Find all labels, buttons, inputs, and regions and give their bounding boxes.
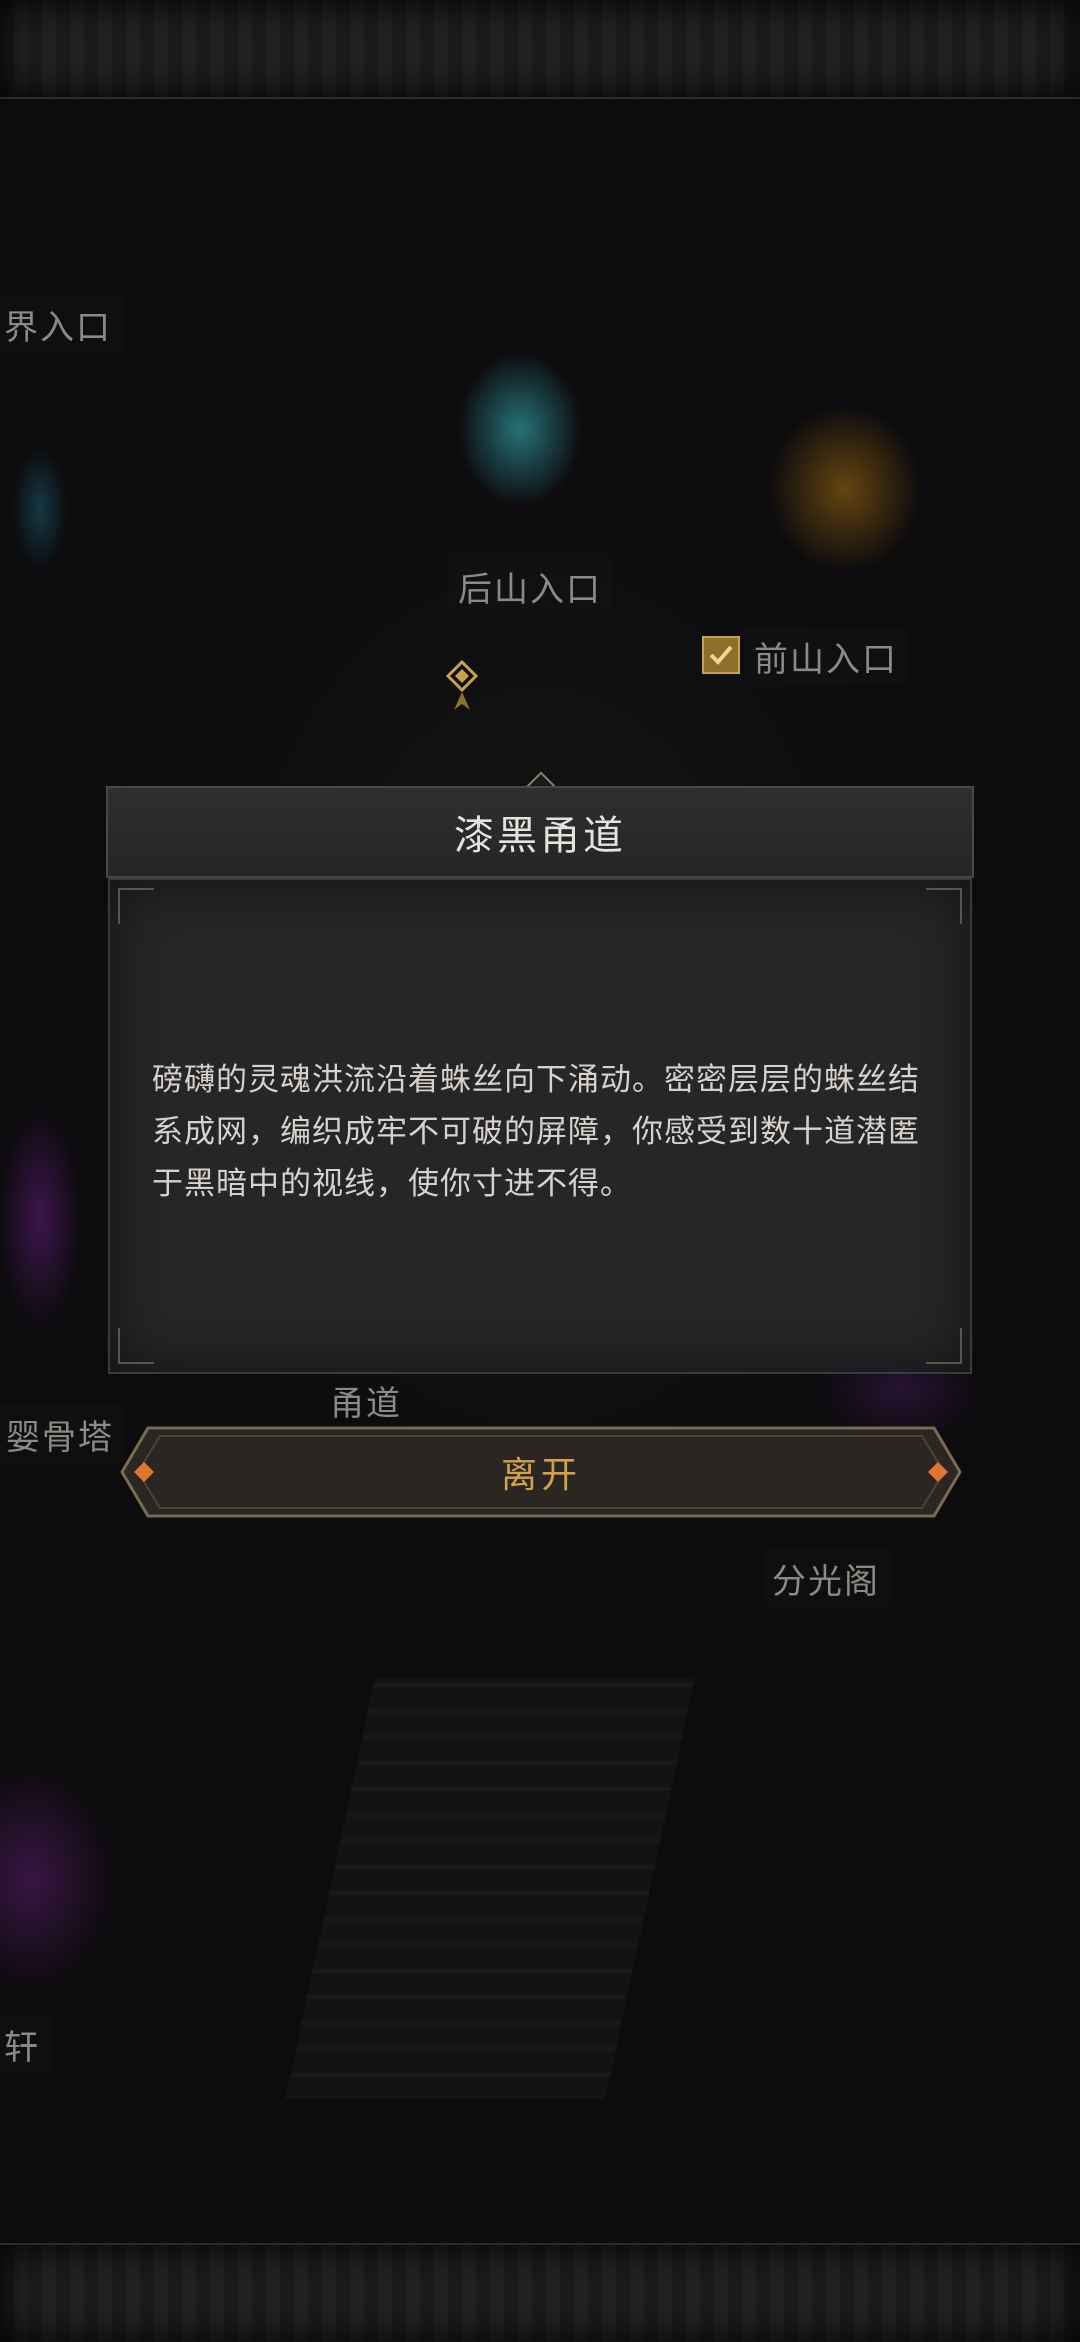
dialog-title: 漆黑甬道 [454,813,626,859]
map-label-split-light-pavilion[interactable]: 分光阁 [762,1550,890,1607]
map-label-front-mountain[interactable]: 前山入口 [744,628,908,685]
map-label-tunnel[interactable]: 甬道 [320,1372,412,1429]
map-label-bone-tower[interactable]: 婴骨塔 [0,1406,124,1463]
map-label-realm-entrance[interactable]: 界入口 [0,296,122,353]
dialog-description: 磅礴的灵魂洪流沿着蛛丝向下涌动。密密层层的蛛丝结系成网，编织成牢不可破的屏障，你… [152,1062,920,1202]
map-label-pavilion[interactable]: 轩 [0,2016,50,2073]
leave-button-label: 离开 [500,1455,581,1496]
corner-ornament [926,888,962,924]
bottom-frame-bar [0,2243,1080,2342]
location-marker-icon [446,660,478,710]
stone-stairs [285,1679,695,2099]
checkbox-checked-icon [702,636,740,674]
leave-button[interactable]: 离开 [118,1424,964,1520]
dialog-body: 磅礴的灵魂洪流沿着蛛丝向下涌动。密密层层的蛛丝结系成网，编织成牢不可破的屏障，你… [108,878,972,1374]
dialog-header: 漆黑甬道 [106,786,974,878]
top-frame-bar [0,0,1080,99]
corner-ornament [118,888,154,924]
corner-ornament [926,1328,962,1364]
corner-ornament [118,1328,154,1364]
map-label-back-mountain[interactable]: 后山入口 [448,558,612,615]
